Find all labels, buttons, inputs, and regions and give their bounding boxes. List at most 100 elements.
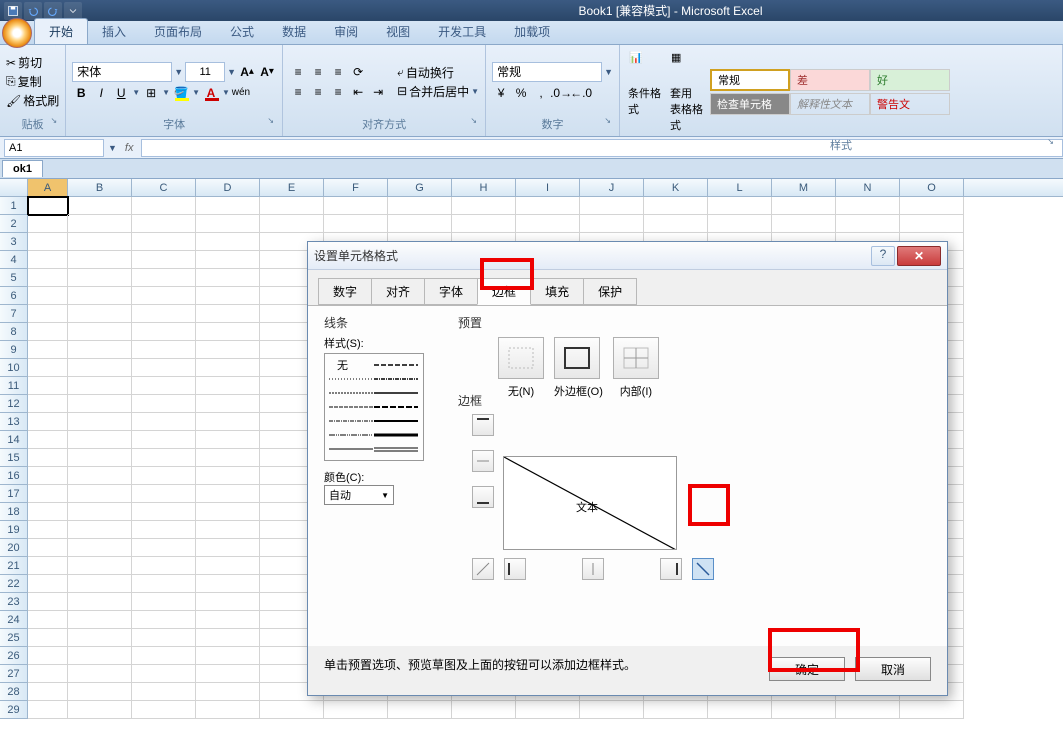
col-head[interactable]: F [324,179,388,196]
cell[interactable] [132,449,196,467]
row-head[interactable]: 6 [0,287,28,305]
align-bottom-icon[interactable]: ≡ [329,63,347,81]
cell[interactable] [28,701,68,719]
cell[interactable] [196,197,260,215]
cell[interactable] [900,701,964,719]
table-format-button[interactable]: ▦ 套用 表格格式 [668,49,706,135]
col-head[interactable]: M [772,179,836,196]
col-head[interactable]: H [452,179,516,196]
row-head[interactable]: 23 [0,593,28,611]
dlg-tab-border[interactable]: 边框 [477,278,531,305]
cell[interactable] [452,197,516,215]
tab-view[interactable]: 视图 [372,19,424,44]
cell[interactable] [196,485,260,503]
cell[interactable] [580,197,644,215]
row-head[interactable]: 4 [0,251,28,269]
cell[interactable] [68,467,132,485]
decrease-decimal-icon[interactable]: ←.0 [572,84,590,102]
cell[interactable] [28,215,68,233]
cell[interactable] [68,215,132,233]
cell[interactable] [28,575,68,593]
cell[interactable] [708,215,772,233]
cell[interactable] [324,197,388,215]
preset-outer-button[interactable] [554,337,600,379]
cell[interactable] [196,503,260,521]
cut-button[interactable]: ✂剪切 [6,54,59,71]
cell[interactable] [388,701,452,719]
row-head[interactable]: 29 [0,701,28,719]
col-head[interactable]: E [260,179,324,196]
preset-none-button[interactable] [498,337,544,379]
border-button[interactable]: ⊞ [142,84,160,102]
cell[interactable] [68,503,132,521]
align-right-icon[interactable]: ≡ [329,83,347,101]
cell[interactable] [68,323,132,341]
fx-icon[interactable]: fx [125,142,134,154]
cell[interactable] [132,611,196,629]
row-head[interactable]: 14 [0,431,28,449]
dlg-tab-protect[interactable]: 保护 [583,278,637,305]
cell[interactable] [196,305,260,323]
line-style-7[interactable] [374,358,419,372]
row-head[interactable]: 19 [0,521,28,539]
conditional-format-button[interactable]: 📊 条件格式 [626,49,664,135]
style-normal[interactable]: 常规 [710,69,790,91]
border-diag-up-button[interactable] [472,558,494,580]
cell[interactable] [772,197,836,215]
dlg-tab-font[interactable]: 字体 [424,278,478,305]
align-center-icon[interactable]: ≡ [309,83,327,101]
border-vmid-button[interactable] [582,558,604,580]
cell[interactable] [28,233,68,251]
grow-font-icon[interactable]: A▴ [238,63,256,81]
cell[interactable] [196,575,260,593]
copy-button[interactable]: ⎘复制 [6,73,59,90]
cell[interactable] [68,593,132,611]
cell[interactable] [132,467,196,485]
cell[interactable] [772,701,836,719]
cell[interactable] [452,701,516,719]
color-select[interactable]: 自动▼ [324,485,394,505]
cell[interactable] [196,665,260,683]
orientation-icon[interactable]: ⟳ [349,63,367,81]
cell[interactable] [28,503,68,521]
cell[interactable] [68,485,132,503]
cell[interactable] [68,449,132,467]
cell[interactable] [28,467,68,485]
cell[interactable] [28,251,68,269]
comma-icon[interactable]: , [532,84,550,102]
row-head[interactable]: 24 [0,611,28,629]
tab-review[interactable]: 审阅 [320,19,372,44]
cell[interactable] [68,359,132,377]
cell[interactable] [900,197,964,215]
row-head[interactable]: 17 [0,485,28,503]
border-left-button[interactable] [504,558,526,580]
indent-dec-icon[interactable]: ⇤ [349,83,367,101]
cell[interactable] [196,449,260,467]
col-head[interactable]: K [644,179,708,196]
cell[interactable] [132,287,196,305]
cell[interactable] [580,215,644,233]
col-head[interactable]: C [132,179,196,196]
row-head[interactable]: 16 [0,467,28,485]
cell[interactable] [644,701,708,719]
cell[interactable] [28,521,68,539]
row-head[interactable]: 2 [0,215,28,233]
italic-button[interactable]: I [92,84,110,102]
cell[interactable] [132,305,196,323]
cell[interactable] [196,647,260,665]
row-head[interactable]: 27 [0,665,28,683]
cell[interactable] [516,215,580,233]
tab-developer[interactable]: 开发工具 [424,19,500,44]
cell[interactable] [388,197,452,215]
phonetic-button[interactable]: wén [232,84,250,102]
dialog-titlebar[interactable]: 设置单元格格式 ? ✕ [308,242,947,270]
cell[interactable] [132,629,196,647]
row-head[interactable]: 7 [0,305,28,323]
cell[interactable] [28,629,68,647]
row-head[interactable]: 25 [0,629,28,647]
cell[interactable] [28,593,68,611]
name-box[interactable] [4,139,104,157]
cell[interactable] [132,701,196,719]
cell[interactable] [68,395,132,413]
cell[interactable] [28,377,68,395]
